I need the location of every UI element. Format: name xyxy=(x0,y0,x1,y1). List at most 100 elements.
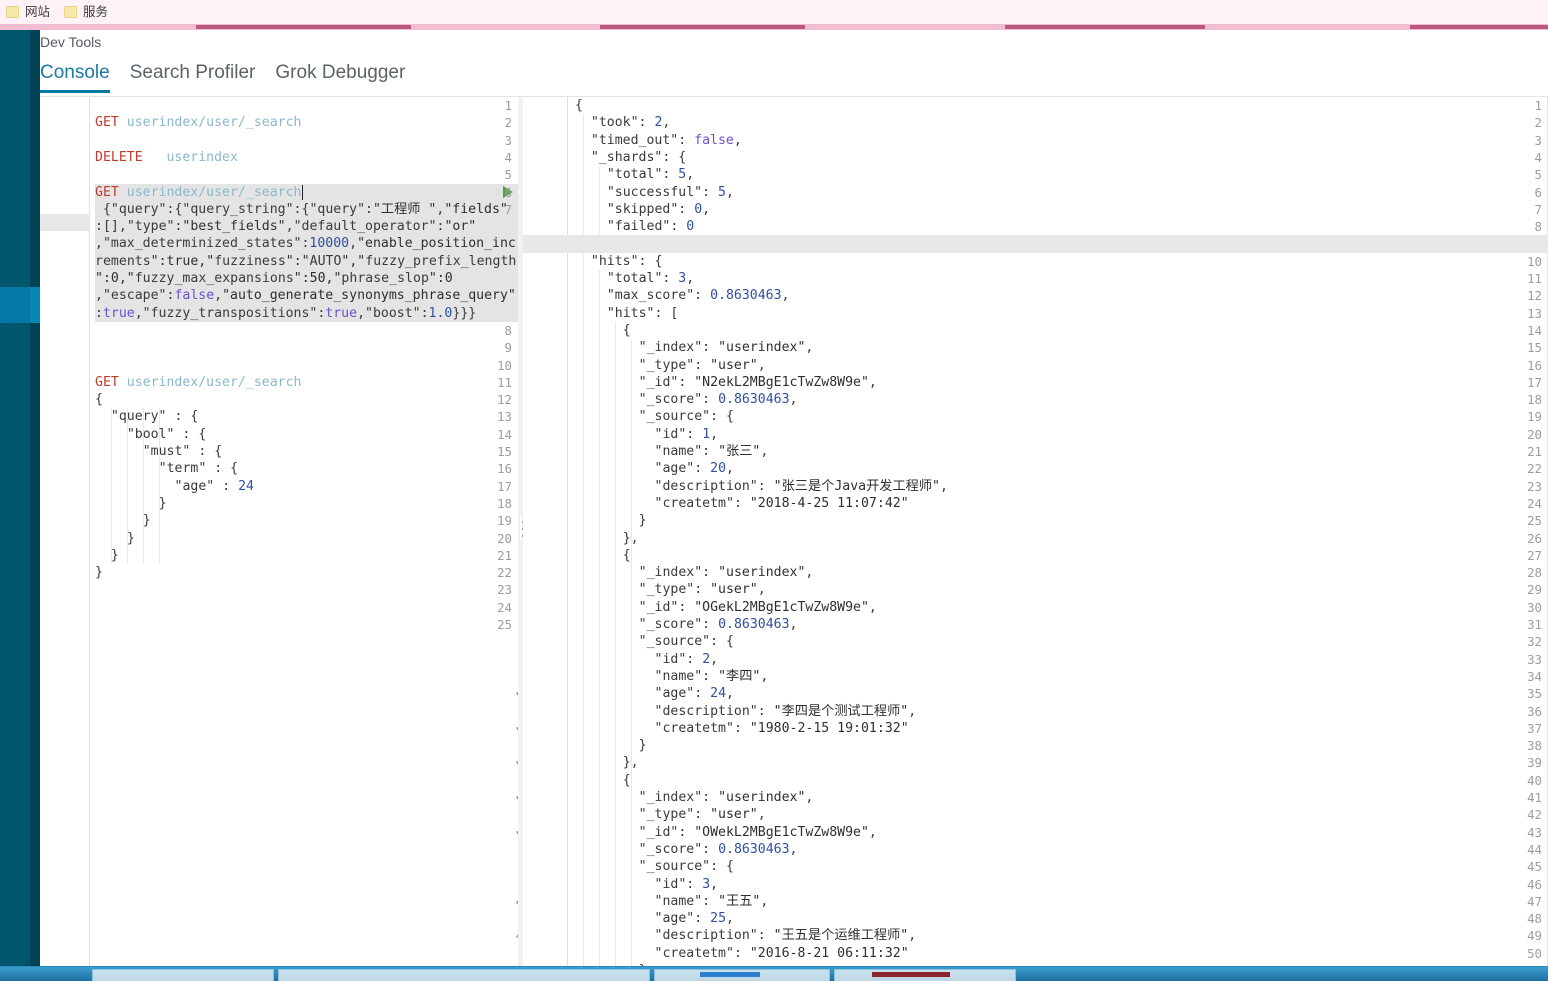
nav-rail-active-item[interactable] xyxy=(0,287,30,323)
code-line[interactable]: "_index": "userindex", xyxy=(575,339,814,356)
line-number: 44 xyxy=(1527,841,1542,857)
code-line[interactable]: }, xyxy=(575,754,639,771)
code-line[interactable]: "term" : { xyxy=(95,460,238,477)
code-line[interactable]: "_id": "N2ekL2MBgE1cTwZw8W9e", xyxy=(575,374,877,391)
code-line[interactable]: GET userindex/user/_search xyxy=(95,374,301,391)
code-line[interactable]: { xyxy=(575,322,631,339)
code-line[interactable]: GET userindex/user/_search xyxy=(95,114,301,131)
code-line[interactable]: "description": "张三是个Java开发工程师", xyxy=(575,478,948,495)
code-line[interactable]: "hits": { xyxy=(575,253,663,270)
code-line[interactable]: { xyxy=(575,97,583,114)
global-nav-rail[interactable] xyxy=(0,30,30,966)
code-line[interactable]: "name": "张三", xyxy=(575,443,769,460)
code-line[interactable]: "hits": [ xyxy=(575,305,679,322)
code-line[interactable]: :[],"type":"best_fields","default_operat… xyxy=(95,218,476,235)
active-line-highlight xyxy=(523,235,1548,253)
line-number: 18 ▴ xyxy=(497,495,518,906)
tab-search-profiler[interactable]: Search Profiler xyxy=(130,62,256,93)
bookmark-item-services[interactable]: 服务 xyxy=(64,5,108,19)
code-line[interactable]: ":0,"fuzzy_max_expansions":50,"phrase_sl… xyxy=(95,270,453,287)
code-line[interactable]: "_type": "user", xyxy=(575,806,766,823)
line-number: 14▾ xyxy=(1527,322,1548,560)
taskbar-button[interactable] xyxy=(278,969,650,981)
line-number: 1▾ xyxy=(1535,97,1548,114)
code-line[interactable]: "_type": "user", xyxy=(575,581,766,598)
code-line[interactable]: "_score": 0.8630463, xyxy=(575,391,798,408)
code-line[interactable]: "description": "王五是个运维工程师", xyxy=(575,927,917,944)
code-line[interactable]: "_source": { xyxy=(575,858,734,875)
line-number: 30 xyxy=(1527,599,1542,615)
code-line[interactable]: "took": 2, xyxy=(575,114,670,131)
line-number: 4 xyxy=(504,149,512,165)
code-line[interactable]: "_type": "user", xyxy=(575,357,766,374)
code-line[interactable]: "createtm": "2018-4-25 11:07:42" xyxy=(575,495,909,512)
code-line[interactable]: "skipped": 0, xyxy=(575,201,710,218)
line-number: 41 xyxy=(1527,790,1542,805)
code-line[interactable]: "description": "李四是个测试工程师", xyxy=(575,703,917,720)
code-line[interactable]: "_source": { xyxy=(575,633,734,650)
line-number: 19 ▴ xyxy=(497,512,518,940)
response-gutter[interactable] xyxy=(523,97,568,967)
code-line[interactable]: DELETE userindex xyxy=(95,149,238,166)
taskbar-button[interactable] xyxy=(92,969,274,981)
console-request-editor[interactable]: GET userindex/user/_search DELETE userind… xyxy=(40,97,518,967)
code-line[interactable]: } xyxy=(575,737,647,754)
code-line[interactable]: "bool" : { xyxy=(95,426,206,443)
code-line[interactable]: "must" : { xyxy=(95,443,222,460)
code-line[interactable]: "_shards": { xyxy=(575,149,686,166)
code-line[interactable]: "id": 2, xyxy=(575,651,719,668)
code-line[interactable]: { xyxy=(575,772,631,789)
code-line[interactable]: "_score": 0.8630463, xyxy=(575,841,798,858)
code-line[interactable]: "_index": "userindex", xyxy=(575,789,814,806)
code-line[interactable]: "_score": 0.8630463, xyxy=(575,616,798,633)
code-line[interactable]: "query" : { xyxy=(95,408,198,425)
line-number: 21 xyxy=(1527,444,1542,459)
code-line[interactable]: "name": "王五", xyxy=(575,893,769,910)
code-line[interactable]: :true,"fuzzy_transpositions":true,"boost… xyxy=(95,305,476,322)
code-line[interactable]: } xyxy=(95,547,119,564)
code-line[interactable]: "total": 3, xyxy=(575,270,694,287)
code-line[interactable]: "name": "李四", xyxy=(575,668,769,685)
code-line[interactable]: ,"escape":false,"auto_generate_synonyms_… xyxy=(95,287,516,304)
code-line[interactable]: "_index": "userindex", xyxy=(575,564,814,581)
code-line[interactable]: } xyxy=(95,512,151,529)
code-line[interactable]: "age" : 24 xyxy=(95,478,254,495)
code-line[interactable]: "max_score": 0.8630463, xyxy=(575,287,790,304)
code-line[interactable]: "_source": { xyxy=(575,408,734,425)
code-line[interactable]: { xyxy=(575,547,631,564)
console-response-editor[interactable]: { "took": 2, "timed_out": false, "_shard… xyxy=(523,97,1548,967)
os-taskbar[interactable] xyxy=(0,966,1548,981)
line-number: 12 xyxy=(1527,288,1542,304)
line-number: 6 xyxy=(504,184,512,200)
code-line[interactable]: "_id": "OGekL2MBgE1cTwZw8W9e", xyxy=(575,599,877,616)
code-line[interactable]: "createtm": "1980-2-15 19:01:32" xyxy=(575,720,909,737)
code-line[interactable]: "_id": "OWekL2MBgE1cTwZw8W9e", xyxy=(575,824,877,841)
code-line[interactable]: "successful": 5, xyxy=(575,184,734,201)
bookmark-item-websites[interactable]: 网站 xyxy=(6,5,50,19)
code-line[interactable]: { xyxy=(95,391,103,408)
code-line[interactable]: } xyxy=(95,495,167,512)
line-number: 46 xyxy=(1527,876,1542,892)
code-line[interactable]: "timed_out": false, xyxy=(575,132,742,149)
loading-strip-segment xyxy=(600,25,805,29)
code-line[interactable]: "createtm": "2016-8-21 06:11:32" xyxy=(575,945,909,962)
code-line[interactable]: GET userindex/user/_search xyxy=(95,184,301,201)
code-line[interactable]: "id": 1, xyxy=(575,426,719,443)
code-line[interactable]: } xyxy=(95,530,135,547)
code-line[interactable]: "age": 24, xyxy=(575,685,734,702)
code-line[interactable]: "age": 25, xyxy=(575,910,734,927)
code-line[interactable]: } xyxy=(575,512,647,529)
code-line[interactable]: "id": 3, xyxy=(575,876,719,893)
tab-console[interactable]: Console xyxy=(40,62,110,93)
code-line[interactable]: rements":true,"fuzziness":"AUTO","fuzzy_… xyxy=(95,253,516,270)
code-line[interactable]: "failed": 0 xyxy=(575,218,694,235)
code-line[interactable]: {"query":{"query_string":{"query":"工程师 "… xyxy=(95,201,508,218)
code-line[interactable]: "age": 20, xyxy=(575,460,734,477)
line-number: 38▴ xyxy=(1527,738,1542,754)
line-number: 21▴ xyxy=(497,547,512,563)
code-line[interactable]: } xyxy=(95,564,103,581)
code-line[interactable]: ,"max_determinized_states":10000,"enable… xyxy=(95,235,516,252)
code-line[interactable]: "total": 5, xyxy=(575,166,694,183)
tab-grok-debugger[interactable]: Grok Debugger xyxy=(275,62,405,93)
code-line[interactable]: }, xyxy=(575,530,639,547)
